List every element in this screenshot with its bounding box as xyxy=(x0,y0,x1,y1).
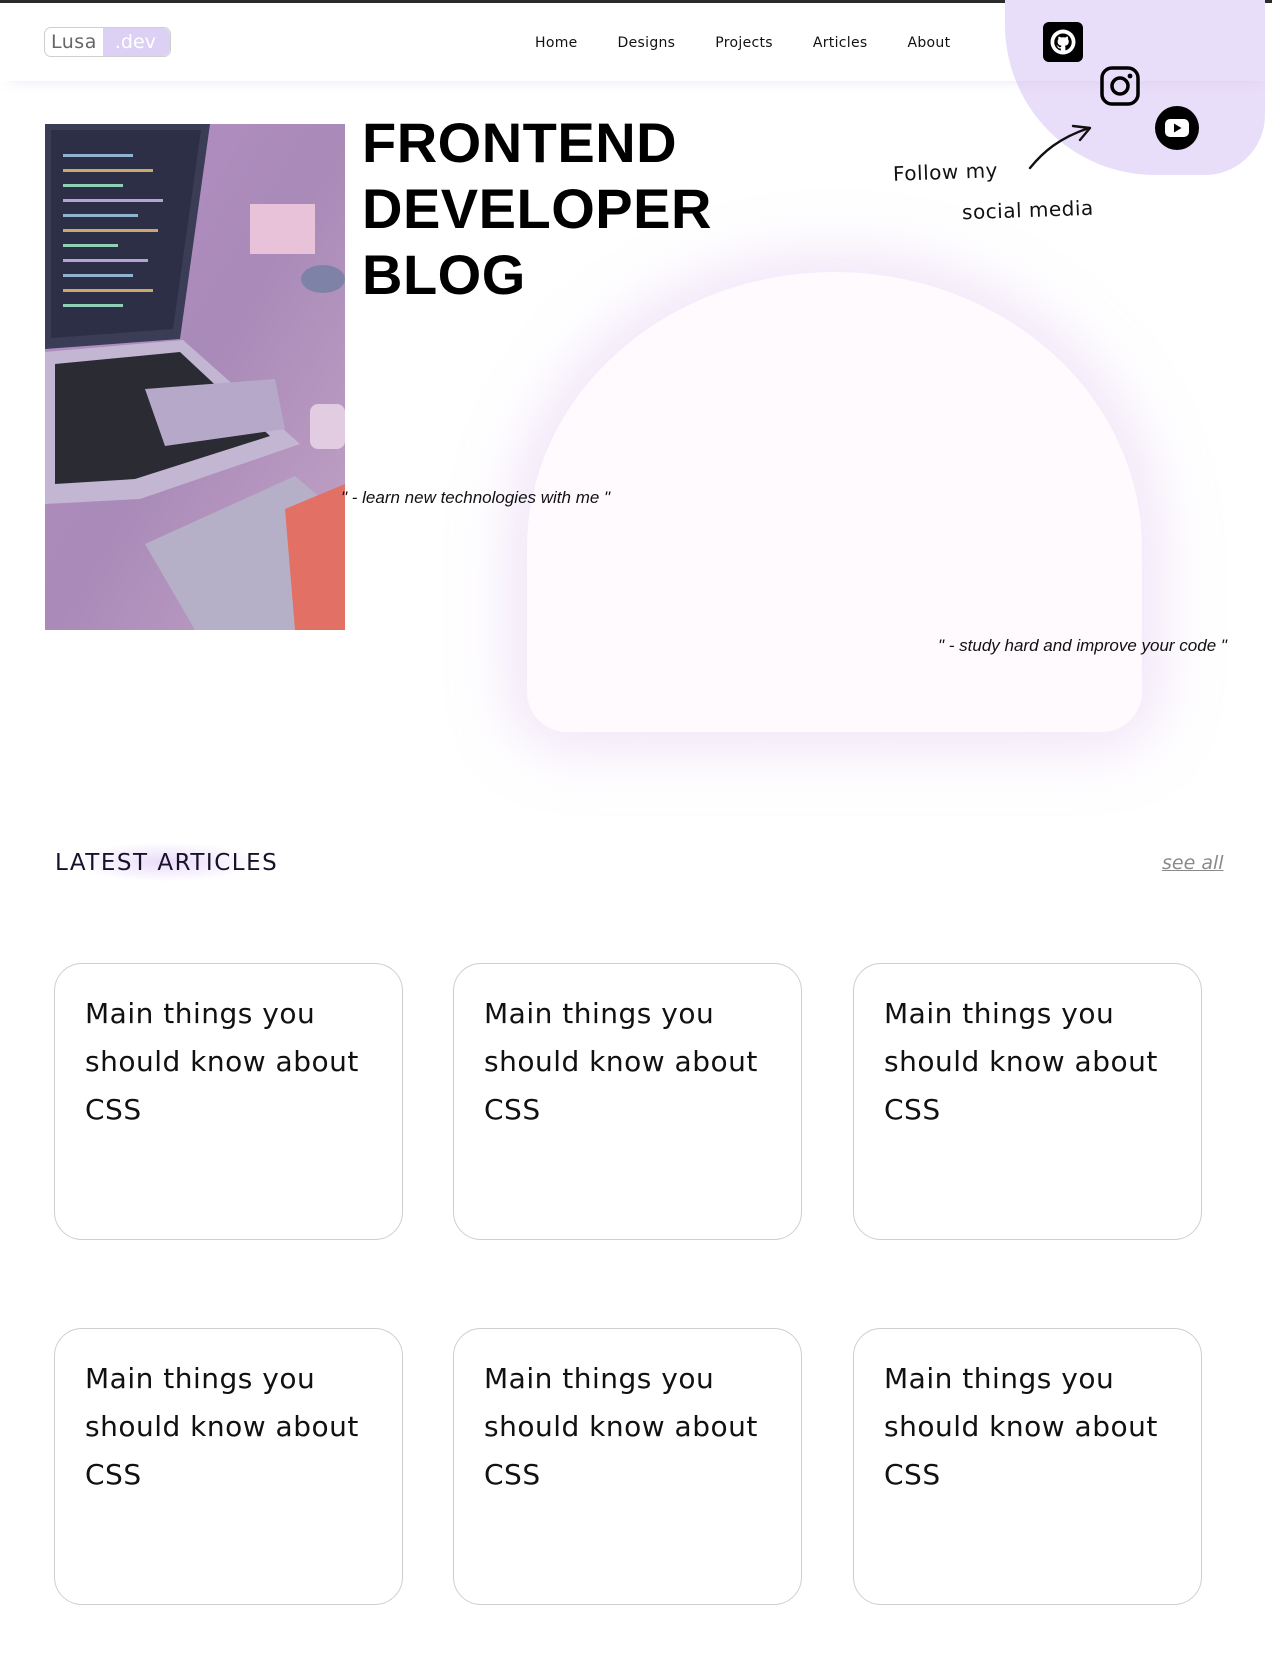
article-card[interactable]: Main things you should know about CSS xyxy=(453,963,802,1240)
article-card-title: Main things you should know about CSS xyxy=(884,997,1158,1126)
instagram-icon[interactable] xyxy=(1098,64,1142,108)
logo-name: Lusa xyxy=(51,31,97,53)
hero-quote-left: " - learn new technologies with me " xyxy=(341,488,611,507)
arrow-icon xyxy=(1028,124,1092,170)
nav-item-articles[interactable]: Articles xyxy=(813,35,868,51)
hero-quote-right: " - study hard and improve your code " xyxy=(938,636,1227,655)
nav-item-projects[interactable]: Projects xyxy=(715,35,773,51)
follow-text-line2: social media xyxy=(961,195,1095,225)
nav-item-about[interactable]: About xyxy=(907,35,950,51)
latest-articles-heading: LATEST ARTICLES xyxy=(55,850,279,876)
github-icon[interactable] xyxy=(1043,22,1083,62)
hero-title: FRONTEND DEVELOPER BLOG xyxy=(362,111,712,306)
article-card-title: Main things you should know about CSS xyxy=(884,1362,1158,1491)
nav-item-home[interactable]: Home xyxy=(535,35,578,51)
nav-item-designs[interactable]: Designs xyxy=(618,35,676,51)
article-card[interactable]: Main things you should know about CSS xyxy=(453,1328,802,1605)
articles-grid: Main things you should know about CSS Ma… xyxy=(54,963,1206,1608)
article-card[interactable]: Main things you should know about CSS xyxy=(54,963,403,1240)
see-all-link[interactable]: see all xyxy=(1162,852,1224,874)
article-card-title: Main things you should know about CSS xyxy=(85,1362,359,1491)
main-nav: Home Designs Projects Articles About xyxy=(535,35,990,51)
article-card[interactable]: Main things you should know about CSS xyxy=(54,1328,403,1605)
article-card-title: Main things you should know about CSS xyxy=(85,997,359,1126)
hero-laptop-photo xyxy=(45,124,345,630)
hero-background-blob xyxy=(527,272,1142,732)
article-card[interactable]: Main things you should know about CSS xyxy=(853,963,1202,1240)
follow-text-line1: Follow my xyxy=(892,158,999,186)
article-card-title: Main things you should know about CSS xyxy=(484,997,758,1126)
youtube-icon[interactable] xyxy=(1155,106,1199,150)
logo-tag: .dev xyxy=(102,28,170,56)
logo[interactable]: Lusa .dev xyxy=(44,27,171,57)
article-card[interactable]: Main things you should know about CSS xyxy=(853,1328,1202,1605)
article-card-title: Main things you should know about CSS xyxy=(484,1362,758,1491)
